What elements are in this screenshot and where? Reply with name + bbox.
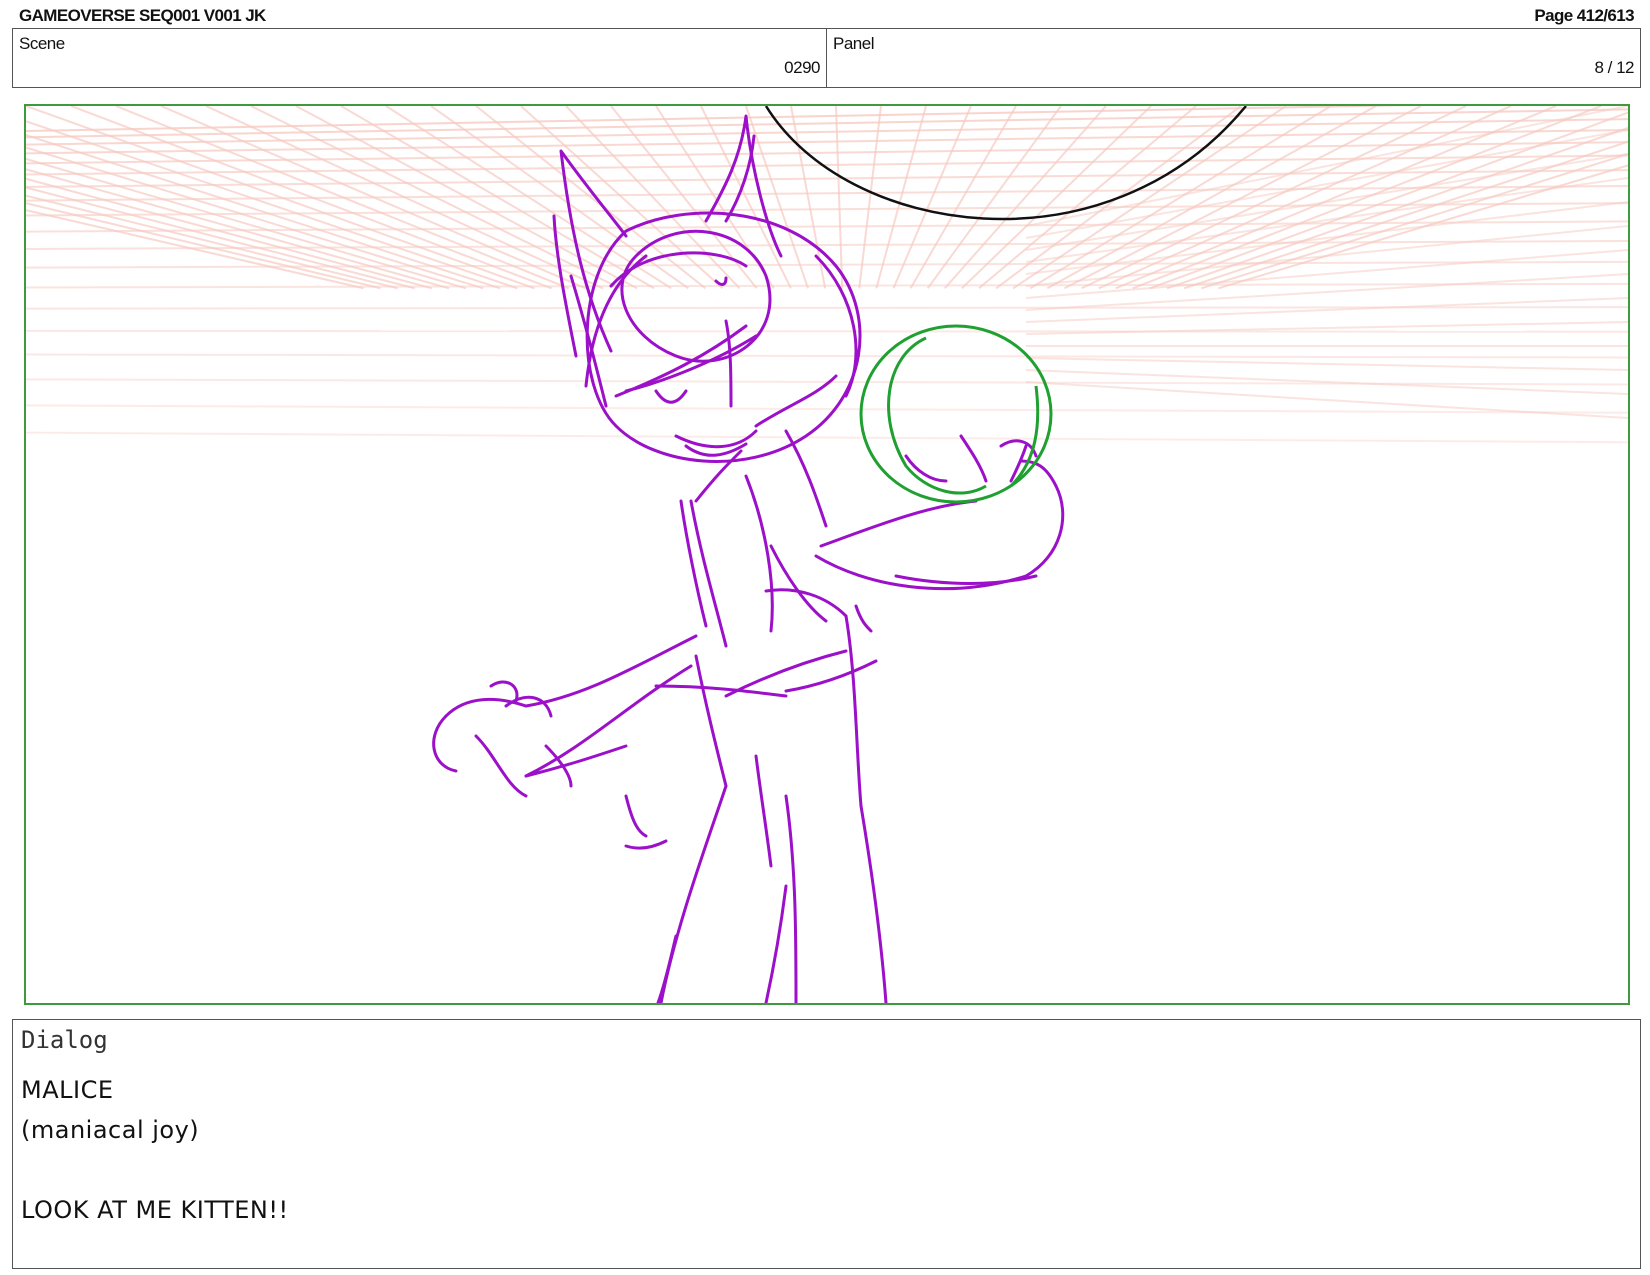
- dialog-lines: MALICE (maniacal joy) LOOK AT ME KITTEN!…: [21, 1070, 289, 1230]
- scene-panel-info: Scene 0290 Panel 8 / 12: [12, 28, 1641, 88]
- dialog-line: [21, 1150, 289, 1190]
- storyboard-panel: [24, 104, 1630, 1005]
- panel-drawing: [26, 106, 1628, 1003]
- character-sketch: [432, 114, 1065, 1003]
- panel-cell: Panel 8 / 12: [826, 29, 1640, 87]
- dialog-box: Dialog MALICE (maniacal joy) LOOK AT ME …: [12, 1019, 1641, 1269]
- scene-label: Scene: [19, 34, 65, 53]
- header-title: GAMEOVERSE SEQ001 V001 JK: [19, 6, 266, 25]
- dialog-line: MALICE: [21, 1076, 114, 1104]
- scene-value: 0290: [784, 58, 820, 77]
- dialog-line: (maniacal joy): [21, 1116, 200, 1144]
- scene-cell: Scene 0290: [13, 29, 826, 87]
- background-grid: [26, 106, 1628, 444]
- ball: [859, 324, 1053, 504]
- dialog-label: Dialog: [21, 1026, 108, 1054]
- dialog-line: LOOK AT ME KITTEN!!: [21, 1196, 289, 1224]
- page-number: Page 412/613: [1534, 6, 1634, 25]
- panel-value: 8 / 12: [1594, 58, 1634, 77]
- panel-label: Panel: [833, 34, 874, 53]
